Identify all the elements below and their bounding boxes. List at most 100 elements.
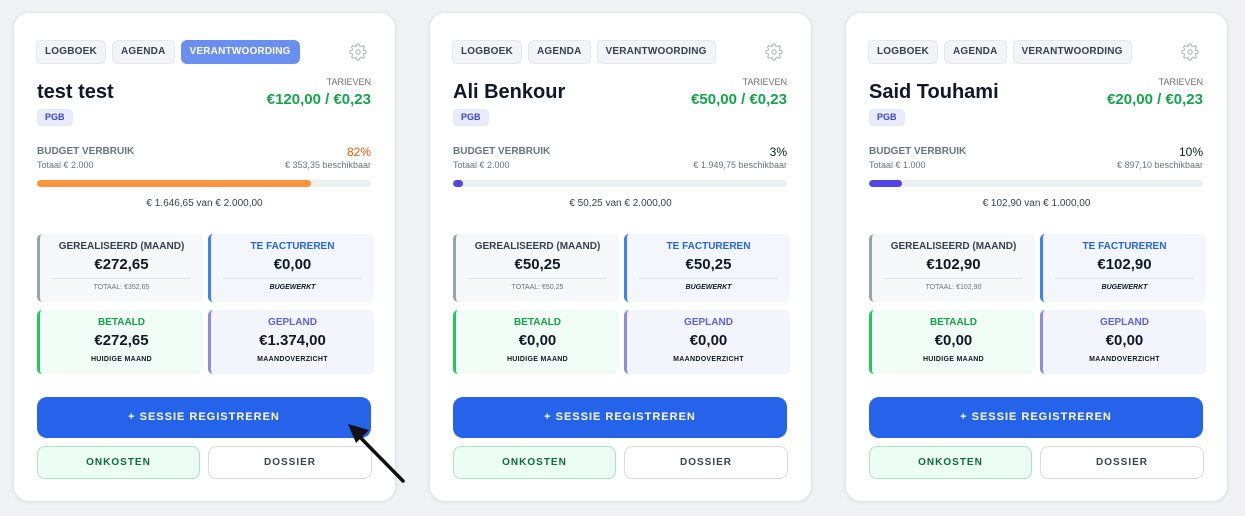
tab-agenda[interactable]: AGENDA bbox=[943, 40, 1007, 64]
stat-gepland-value: €1.374,00 bbox=[259, 332, 326, 349]
pgb-badge: PGB bbox=[37, 109, 73, 126]
stat-gerealiseerd-value: €50,25 bbox=[514, 256, 561, 273]
budget-progress-bar bbox=[37, 180, 371, 187]
stat-gerealiseerd-label: GEREALISEERD (MAAND) bbox=[890, 241, 1017, 252]
stat-gerealiseerd-label: GEREALISEERD (MAAND) bbox=[58, 241, 185, 252]
stat-gepland-label: GEPLAND bbox=[1100, 317, 1149, 328]
stat-gepland-value: €0,00 bbox=[689, 332, 728, 349]
budget-total: Totaal € 2.000 bbox=[37, 160, 94, 170]
sessie-registreren-button[interactable]: + SESSIE REGISTREREN bbox=[37, 397, 371, 438]
tab-agenda[interactable]: AGENDA bbox=[111, 40, 175, 64]
tarieven-label: TARIEVEN bbox=[326, 77, 371, 87]
budget-percentage: 82% bbox=[346, 145, 371, 159]
budget-used-text: € 50,25 van € 2.000,00 bbox=[569, 198, 672, 209]
dossier-button[interactable]: DOSSIER bbox=[1040, 446, 1204, 479]
stat-gepland-label: GEPLAND bbox=[684, 317, 733, 328]
stat-betaald-label: BETAALD bbox=[929, 317, 978, 328]
budget-progress-fill bbox=[37, 180, 311, 187]
stat-te-factureren-label: TE FACTUREREN bbox=[666, 241, 751, 252]
card-tabs: LOGBOEK AGENDA VERANTWOORDING bbox=[36, 40, 300, 64]
tarieven-value: €20,00 / €0,23 bbox=[1107, 91, 1203, 108]
onkosten-button[interactable]: ONKOSTEN bbox=[453, 446, 616, 479]
budget-progress-bar bbox=[453, 180, 787, 187]
sessie-registreren-button[interactable]: + SESSIE REGISTREREN bbox=[453, 397, 787, 438]
stat-te-factureren-value: €102,90 bbox=[1097, 256, 1152, 273]
onkosten-button[interactable]: ONKOSTEN bbox=[869, 446, 1032, 479]
tab-verantwoording[interactable]: VERANTWOORDING bbox=[180, 40, 300, 64]
budget-label: BUDGET VERBRUIK bbox=[453, 146, 551, 157]
card-tabs: LOGBOEK AGENDA VERANTWOORDING bbox=[868, 40, 1132, 64]
budget-percentage: 10% bbox=[1178, 145, 1203, 159]
gear-icon[interactable] bbox=[765, 43, 783, 61]
stat-gerealiseerd-total: TOTAAL: €102,90 bbox=[925, 284, 982, 291]
stat-gepland: GEPLAND €0,00 MAANDOVERZICHT bbox=[624, 310, 790, 374]
tab-agenda[interactable]: AGENDA bbox=[527, 40, 591, 64]
budget-percentage: 3% bbox=[769, 145, 787, 159]
stat-bugewerkt: BUGEWERKT bbox=[269, 284, 316, 291]
tab-logboek[interactable]: LOGBOEK bbox=[36, 40, 106, 64]
stat-betaald-label: BETAALD bbox=[513, 317, 562, 328]
budget-progress-fill bbox=[453, 180, 464, 187]
client-card-3: LOGBOEK AGENDA VERANTWOORDING Said Touha… bbox=[845, 12, 1228, 502]
pgb-badge: PGB bbox=[453, 109, 489, 126]
stat-maandoverzicht: MAANDOVERZICHT bbox=[257, 356, 328, 363]
budget-total: Totaal € 2.000 bbox=[453, 160, 510, 170]
dossier-button[interactable]: DOSSIER bbox=[624, 446, 788, 479]
stat-divider bbox=[52, 278, 191, 279]
tarieven-value: €120,00 / €0,23 bbox=[266, 91, 371, 108]
stat-gepland: GEPLAND €0,00 MAANDOVERZICHT bbox=[1040, 310, 1206, 374]
budget-total: Totaal € 1.000 bbox=[869, 160, 926, 170]
stat-gerealiseerd: GEREALISEERD (MAAND) €102,90 TOTAAL: €10… bbox=[869, 234, 1035, 302]
stat-gerealiseerd-value: €102,90 bbox=[926, 256, 981, 273]
budget-label: BUDGET VERBRUIK bbox=[37, 146, 135, 157]
stat-bugewerkt: BUGEWERKT bbox=[1101, 284, 1148, 291]
stat-divider bbox=[223, 278, 362, 279]
stat-te-factureren: TE FACTUREREN €50,25 BUGEWERKT bbox=[624, 234, 790, 302]
stat-gerealiseerd-label: GEREALISEERD (MAAND) bbox=[474, 241, 601, 252]
pgb-badge: PGB bbox=[869, 109, 905, 126]
tarieven-value: €50,00 / €0,23 bbox=[691, 91, 787, 108]
stat-te-factureren-value: €50,25 bbox=[685, 256, 732, 273]
stat-betaald: BETAALD €272,65 HUIDIGE MAAND bbox=[37, 310, 203, 374]
stat-gerealiseerd-value: €272,65 bbox=[94, 256, 149, 273]
card-tabs: LOGBOEK AGENDA VERANTWOORDING bbox=[452, 40, 716, 64]
onkosten-button[interactable]: ONKOSTEN bbox=[37, 446, 200, 479]
stat-betaald-value: €272,65 bbox=[94, 332, 149, 349]
stat-te-factureren-label: TE FACTUREREN bbox=[1082, 241, 1167, 252]
stat-huidige-maand: HUIDIGE MAAND bbox=[922, 356, 985, 363]
stat-te-factureren: TE FACTUREREN €0,00 BUGEWERKT bbox=[208, 234, 374, 302]
tab-logboek[interactable]: LOGBOEK bbox=[868, 40, 938, 64]
tab-verantwoording[interactable]: VERANTWOORDING bbox=[596, 40, 716, 64]
stat-gerealiseerd: GEREALISEERD (MAAND) €50,25 TOTAAL: €50,… bbox=[453, 234, 619, 302]
stat-huidige-maand: HUIDIGE MAAND bbox=[90, 356, 153, 363]
stat-gepland-value: €0,00 bbox=[1105, 332, 1144, 349]
stat-betaald: BETAALD €0,00 HUIDIGE MAAND bbox=[869, 310, 1035, 374]
stat-gepland-label: GEPLAND bbox=[268, 317, 317, 328]
stat-divider bbox=[884, 278, 1023, 279]
client-name: test test bbox=[37, 81, 114, 103]
budget-label: BUDGET VERBRUIK bbox=[869, 146, 967, 157]
stat-betaald-value: €0,00 bbox=[518, 332, 557, 349]
budget-used-text: € 102,90 van € 1.000,00 bbox=[982, 198, 1091, 209]
cursor-arrow-icon bbox=[348, 424, 405, 483]
budget-progress-fill bbox=[869, 180, 903, 187]
tab-logboek[interactable]: LOGBOEK bbox=[452, 40, 522, 64]
stat-gerealiseerd-total: TOTAAL: €50,25 bbox=[511, 284, 564, 291]
gear-icon[interactable] bbox=[349, 43, 367, 61]
stat-gerealiseerd: GEREALISEERD (MAAND) €272,65 TOTAAL: €35… bbox=[37, 234, 203, 302]
stat-te-factureren-label: TE FACTUREREN bbox=[250, 241, 335, 252]
stat-gerealiseerd-total: TOTAAL: €352,65 bbox=[93, 284, 150, 291]
stat-divider bbox=[639, 278, 778, 279]
client-name: Ali Benkour bbox=[453, 81, 566, 103]
stat-maandoverzicht: MAANDOVERZICHT bbox=[673, 356, 744, 363]
sessie-registreren-button[interactable]: + SESSIE REGISTREREN bbox=[869, 397, 1203, 438]
stat-divider bbox=[468, 278, 607, 279]
gear-icon[interactable] bbox=[1181, 43, 1199, 61]
tab-verantwoording[interactable]: VERANTWOORDING bbox=[1012, 40, 1132, 64]
budget-progress-bar bbox=[869, 180, 1203, 187]
tarieven-label: TARIEVEN bbox=[742, 77, 787, 87]
stat-maandoverzicht: MAANDOVERZICHT bbox=[1089, 356, 1160, 363]
stat-te-factureren-value: €0,00 bbox=[273, 256, 312, 273]
stat-betaald-label: BETAALD bbox=[97, 317, 146, 328]
stat-te-factureren: TE FACTUREREN €102,90 BUGEWERKT bbox=[1040, 234, 1206, 302]
